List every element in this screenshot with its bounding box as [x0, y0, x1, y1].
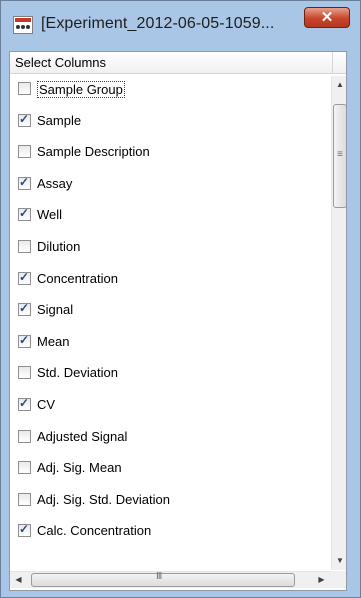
close-button[interactable]: ✕ [304, 7, 350, 28]
list-item[interactable]: Dilution [10, 234, 328, 264]
grip-icon: ≡ [337, 149, 343, 160]
checkbox-unchecked[interactable] [18, 429, 31, 443]
checkmark-icon: ✓ [19, 332, 30, 347]
horizontal-scroll-thumb[interactable]: III [31, 571, 295, 587]
chevron-right-icon: ▶ [318, 575, 325, 584]
chevron-left-icon: ◀ [15, 575, 22, 584]
list-item-label: Assay [37, 175, 73, 191]
checkmark-icon: ✓ [19, 206, 30, 221]
checkbox-checked[interactable]: ✓ [18, 522, 31, 538]
list-item[interactable]: Adj. Sig. Mean [10, 455, 328, 485]
list-item-label: Std. Deviation [37, 365, 118, 381]
title-bar[interactable]: [Experiment_2012-06-05-1059... ✕ [7, 5, 354, 45]
scrollbar-corner [331, 571, 346, 588]
list-item-label: Adj. Sig. Mean [37, 460, 122, 476]
list-item-label: Signal [37, 302, 74, 318]
list-item[interactable]: Sample Group [10, 76, 328, 106]
list-item-label: Dilution [37, 239, 81, 254]
column-header[interactable]: Select Columns [10, 52, 346, 74]
list-item-label: Sample Description [37, 144, 150, 160]
list-item-label: Calc. Concentration [37, 523, 152, 539]
list-item-label: Well [37, 207, 63, 223]
list-item[interactable]: ✓ Concentration [10, 266, 328, 296]
chevron-up-icon: ▲ [336, 80, 344, 89]
checkbox-unchecked[interactable] [18, 461, 31, 475]
checkbox-checked[interactable]: ✓ [18, 206, 31, 222]
list-item-label: Sample [37, 112, 82, 128]
checkmark-icon: ✓ [19, 174, 30, 189]
list-item-label: Concentration [37, 270, 118, 286]
checkbox-unchecked[interactable] [18, 145, 31, 159]
checkbox-checked[interactable]: ✓ [18, 111, 31, 127]
list-item[interactable]: Adjusted Signal [10, 424, 328, 454]
app-icon[interactable] [13, 16, 33, 34]
dialog-window: [Experiment_2012-06-05-1059... ✕ Select … [0, 0, 361, 598]
scroll-up-button[interactable]: ▲ [332, 76, 346, 93]
window-title: [Experiment_2012-06-05-1059... [41, 15, 275, 32]
list-item[interactable]: ✓ Sample [10, 108, 328, 138]
checkbox-checked[interactable]: ✓ [18, 332, 31, 348]
checkbox-checked[interactable]: ✓ [18, 269, 31, 285]
column-header-label: Select Columns [15, 55, 107, 70]
column-selector: Select Columns Sample Group ✓ Sample Sample… [9, 51, 347, 591]
checkbox-unchecked[interactable] [18, 366, 31, 380]
checkbox-checked[interactable]: ✓ [18, 174, 31, 190]
list-item[interactable]: ✓ Signal [10, 297, 328, 327]
vertical-scroll-thumb[interactable]: ≡ [333, 104, 346, 208]
list-item[interactable]: Adj. Sig. Std. Deviation [10, 487, 328, 517]
list-item[interactable]: Std. Deviation [10, 360, 328, 390]
checkmark-icon: ✓ [19, 301, 30, 316]
list-item[interactable]: ✓ Well [10, 202, 328, 232]
list-item-label: Sample Group [37, 81, 125, 98]
header-divider [332, 52, 333, 74]
checkbox-checked[interactable]: ✓ [18, 396, 31, 411]
list-item[interactable]: ✓ Mean [10, 329, 328, 359]
scroll-down-button[interactable]: ▼ [332, 552, 346, 569]
checkmark-icon: ✓ [19, 111, 30, 126]
app-icon-dot [16, 25, 20, 29]
horizontal-scrollbar[interactable]: ◀ III ▶ [10, 571, 331, 588]
checkbox-unchecked[interactable] [18, 82, 31, 95]
vertical-scrollbar[interactable]: ▲ ≡ ▼ [331, 76, 346, 570]
list-item[interactable]: ✓ Calc. Concentration [10, 518, 328, 548]
grip-icon: III [156, 571, 162, 582]
list-item-label: Adj. Sig. Std. Deviation [37, 491, 170, 507]
list-item-label: Mean [37, 333, 70, 349]
close-icon: ✕ [320, 9, 334, 26]
checkmark-icon: ✓ [19, 396, 30, 410]
chevron-down-icon: ▼ [336, 556, 344, 565]
list-item-label: CV [37, 397, 56, 412]
checkbox-unchecked[interactable] [18, 492, 31, 506]
list-item[interactable]: ✓ Assay [10, 171, 328, 201]
list-item-label: Adjusted Signal [37, 428, 128, 444]
scroll-left-button[interactable]: ◀ [10, 572, 27, 588]
checkmark-icon: ✓ [19, 269, 30, 284]
list-item[interactable]: Sample Description [10, 139, 328, 169]
checkbox-unchecked[interactable] [18, 240, 31, 253]
app-icon-dot [21, 25, 25, 29]
checkbox-checked[interactable]: ✓ [18, 301, 31, 317]
app-icon-bar [15, 18, 31, 22]
app-icon-dot [26, 25, 30, 29]
list-item[interactable]: ✓ CV [10, 392, 328, 422]
checkmark-icon: ✓ [19, 522, 30, 537]
scroll-right-button[interactable]: ▶ [313, 572, 330, 588]
